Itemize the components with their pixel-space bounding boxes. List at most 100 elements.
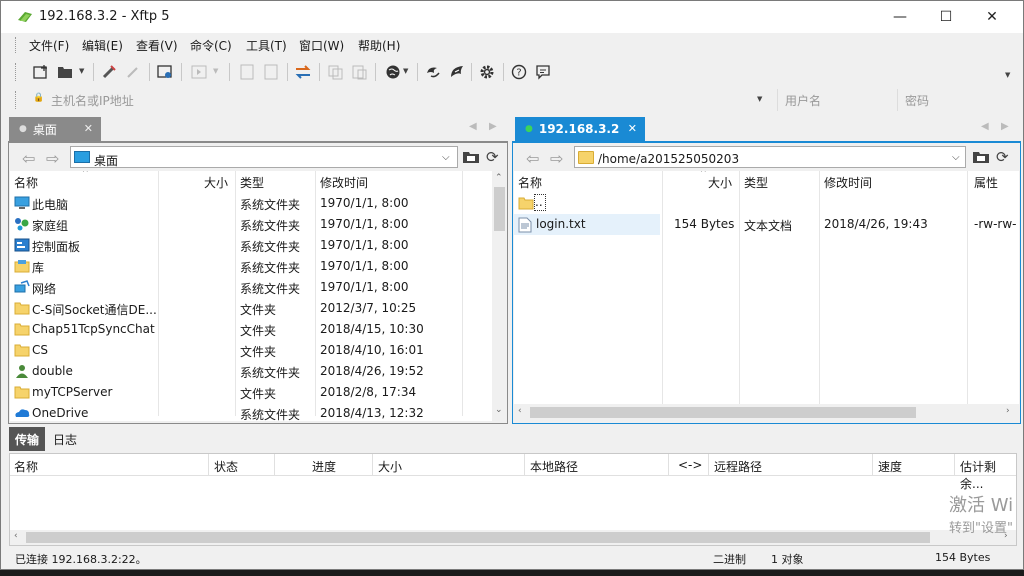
tab-log[interactable]: 日志: [47, 427, 83, 451]
open-folder-icon[interactable]: [55, 63, 75, 81]
disconnect-icon[interactable]: [123, 63, 143, 81]
menu-file[interactable]: 文件(F): [29, 37, 69, 54]
host-dropdown-icon[interactable]: ▼: [757, 95, 762, 103]
scroll-down-icon[interactable]: ⌄: [495, 405, 503, 415]
sort-arrow-icon: ^: [82, 171, 89, 177]
col-transfer-status[interactable]: 状态: [214, 458, 238, 475]
forward-arrow-icon[interactable]: ⇨: [46, 149, 59, 168]
maximize-button[interactable]: ☐: [923, 1, 969, 33]
sync-icon[interactable]: [293, 63, 313, 81]
new-folder-icon[interactable]: [462, 149, 480, 165]
table-row[interactable]: OneDrive 系统文件夹 2018/4/13, 12:32: [10, 403, 492, 421]
col-transfer-progress[interactable]: 进度: [312, 458, 336, 475]
connect-icon[interactable]: [99, 63, 119, 81]
tab-desktop[interactable]: ● 桌面 ✕: [9, 117, 101, 141]
scroll-left-icon[interactable]: ‹: [14, 531, 18, 541]
tab-transfers[interactable]: 传输: [9, 427, 46, 451]
transfer-dropdown-icon[interactable]: ▼: [213, 67, 218, 75]
upload-icon[interactable]: [237, 63, 257, 81]
col-type-header[interactable]: 类型: [240, 174, 264, 191]
col-speed[interactable]: 速度: [878, 458, 902, 475]
col-eta[interactable]: 估计剩余...: [960, 458, 1016, 492]
table-row[interactable]: 库 系统文件夹 1970/1/1, 8:00: [10, 256, 492, 277]
refresh-icon[interactable]: ⟳: [996, 148, 1009, 166]
col-type-header[interactable]: 类型: [744, 174, 768, 191]
download-icon[interactable]: [261, 63, 281, 81]
toolbar-overflow-icon[interactable]: ▼: [1005, 71, 1010, 79]
row-type: 系统文件夹: [240, 261, 301, 275]
menu-window[interactable]: 窗口(W): [299, 37, 344, 54]
menu-edit[interactable]: 编辑(E): [82, 37, 123, 54]
session-properties-icon[interactable]: [155, 63, 175, 81]
col-local-path[interactable]: 本地路径: [530, 458, 578, 475]
tab-next-icon[interactable]: ▶: [489, 121, 497, 132]
scroll-up-icon[interactable]: ⌃: [495, 173, 503, 183]
minimize-button[interactable]: —: [877, 1, 923, 33]
table-row[interactable]: Chap51TcpSyncChat 文件夹 2018/4/15, 10:30: [10, 319, 492, 340]
globe-icon[interactable]: [383, 63, 403, 81]
col-direction[interactable]: <->: [678, 458, 702, 472]
col-modified-header[interactable]: 修改时间: [824, 174, 872, 191]
col-size-header[interactable]: 大小: [708, 174, 732, 191]
tab-next-icon[interactable]: ▶: [1001, 121, 1009, 132]
col-remote-path[interactable]: 远程路径: [714, 458, 762, 475]
menu-tools[interactable]: 工具(T): [246, 37, 287, 54]
table-row[interactable]: double 系统文件夹 2018/4/26, 19:52: [10, 361, 492, 382]
menu-help[interactable]: 帮助(H): [358, 37, 400, 54]
row-modified: 2018/4/15, 10:30: [320, 322, 424, 336]
col-name-header[interactable]: 名称: [518, 174, 542, 191]
chat-bubble-icon[interactable]: [533, 63, 553, 81]
table-row[interactable]: 此电脑 系统文件夹 1970/1/1, 8:00: [10, 193, 492, 214]
scroll-thumb[interactable]: [530, 407, 916, 418]
tab-close-icon[interactable]: ✕: [84, 122, 93, 135]
close-button[interactable]: ✕: [969, 1, 1015, 33]
tab-prev-icon[interactable]: ◀: [981, 121, 989, 132]
table-row[interactable]: C-S间Socket通信DE... 文件夹 2012/3/7, 10:25: [10, 298, 492, 319]
encoding-dropdown-icon[interactable]: ▼: [403, 67, 408, 75]
menu-view[interactable]: 查看(V): [136, 37, 178, 54]
open-dropdown-icon[interactable]: ▼: [79, 67, 84, 75]
paste-icon[interactable]: [349, 63, 369, 81]
scroll-thumb[interactable]: [494, 187, 505, 231]
settings-gear-icon[interactable]: [477, 63, 497, 81]
transfer-icon[interactable]: [189, 63, 209, 81]
col-modified-header[interactable]: 修改时间: [320, 174, 368, 191]
back-arrow-icon[interactable]: ⇦: [22, 149, 35, 168]
back-arrow-icon[interactable]: ⇦: [526, 149, 539, 168]
right-horizontal-scrollbar[interactable]: ‹ ›: [514, 404, 1019, 421]
xshell-icon[interactable]: [423, 63, 443, 81]
tab-close-icon[interactable]: ✕: [628, 122, 637, 135]
transfer-horizontal-scrollbar[interactable]: ‹ ›: [10, 530, 1016, 545]
left-path-dropdown-icon[interactable]: ⌵: [442, 152, 450, 163]
scroll-right-icon[interactable]: ›: [1006, 406, 1010, 416]
scroll-thumb[interactable]: [26, 532, 930, 543]
left-vertical-scrollbar[interactable]: ⌃ ⌄: [492, 171, 507, 421]
col-transfer-size[interactable]: 大小: [378, 458, 402, 475]
col-size-header[interactable]: 大小: [204, 174, 228, 191]
table-row[interactable]: login.txt 154 Bytes 文本文档 2018/4/26, 19:43 -r…: [514, 214, 1019, 235]
library-icon: [14, 259, 30, 273]
help-icon[interactable]: ?: [509, 63, 529, 81]
table-row[interactable]: myTCPServer 文件夹 2018/2/8, 17:34: [10, 382, 492, 403]
table-row[interactable]: 控制面板 系统文件夹 1970/1/1, 8:00: [10, 235, 492, 256]
tab-remote-session[interactable]: ● 192.168.3.2 ✕: [515, 117, 645, 141]
menu-command[interactable]: 命令(C): [190, 37, 232, 54]
table-row[interactable]: 家庭组 系统文件夹 1970/1/1, 8:00: [10, 214, 492, 235]
new-folder-icon[interactable]: [972, 149, 990, 165]
xmanager-icon[interactable]: [447, 63, 467, 81]
col-transfer-name[interactable]: 名称: [14, 458, 38, 475]
scroll-left-icon[interactable]: ‹: [518, 406, 522, 416]
transfer-list-header: 名称 状态 进度 大小 本地路径 <-> 远程路径 速度 估计剩余...: [10, 454, 1016, 491]
table-row[interactable]: ..: [514, 193, 1019, 214]
table-row[interactable]: CS 文件夹 2018/4/10, 16:01: [10, 340, 492, 361]
col-name-header[interactable]: 名称: [14, 174, 38, 191]
refresh-icon[interactable]: ⟳: [486, 148, 499, 166]
table-row[interactable]: 网络 系统文件夹 1970/1/1, 8:00: [10, 277, 492, 298]
col-attributes-header[interactable]: 属性: [974, 174, 998, 191]
copy-icon[interactable]: [325, 63, 345, 81]
new-session-icon[interactable]: [31, 63, 51, 81]
tab-prev-icon[interactable]: ◀: [469, 121, 477, 132]
forward-arrow-icon[interactable]: ⇨: [550, 149, 563, 168]
right-path-dropdown-icon[interactable]: ⌵: [952, 152, 960, 163]
left-path-input[interactable]: [70, 146, 458, 168]
